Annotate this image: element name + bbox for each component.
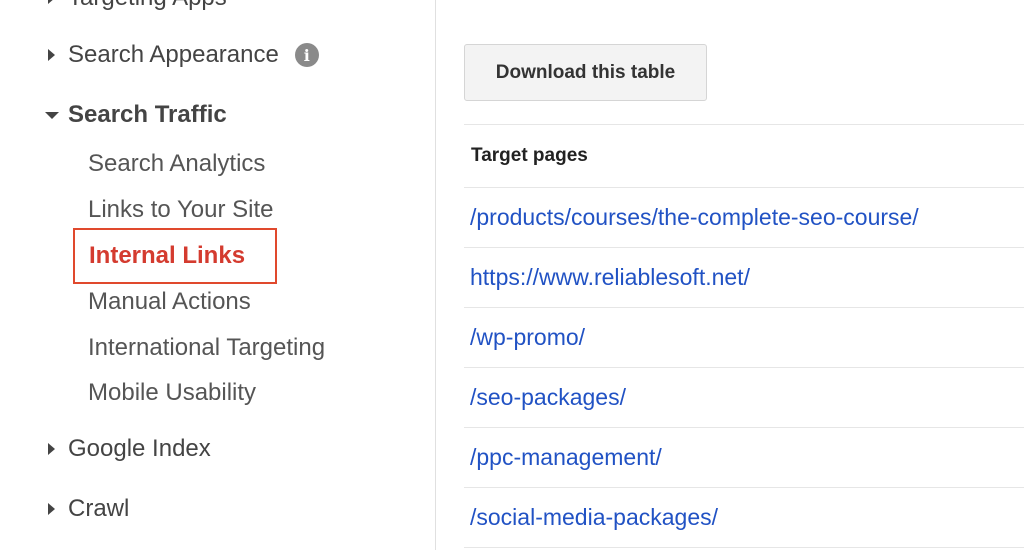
sidebar-item-search-analytics[interactable]: Search Analytics: [88, 147, 265, 181]
expand-arrow-icon: [44, 0, 64, 16]
target-page-link[interactable]: /social-media-packages/: [470, 504, 718, 531]
info-icon[interactable]: i: [294, 43, 319, 67]
sidebar-section-google-index[interactable]: Google Index: [0, 431, 211, 467]
sidebar-section-search-appearance[interactable]: Search Appearance i: [0, 37, 319, 73]
table-row: /seo-packages/: [464, 368, 1024, 428]
table-row: https://www.reliablesoft.net/: [464, 248, 1024, 308]
sidebar-item-manual-actions[interactable]: Manual Actions: [88, 285, 251, 319]
sidebar-item-partial[interactable]: Targeting Apps: [0, 0, 227, 16]
sidebar-section-label: Search Traffic: [68, 101, 227, 128]
sidebar-item-international-targeting[interactable]: International Targeting: [88, 331, 325, 365]
page: Targeting Apps Search Appearance i Searc…: [0, 0, 1024, 550]
table-row: /products/courses/the-complete-seo-cours…: [464, 188, 1024, 248]
table-header-target-pages: Target pages: [464, 124, 1024, 188]
sidebar-item-mobile-usability[interactable]: Mobile Usability: [88, 376, 256, 410]
expand-arrow-icon: [44, 491, 64, 527]
expand-arrow-icon: [44, 431, 64, 467]
target-page-link[interactable]: /wp-promo/: [470, 324, 585, 351]
target-pages-table: Target pages /products/courses/the-compl…: [464, 124, 1024, 548]
sidebar-section-crawl[interactable]: Crawl: [0, 491, 129, 527]
sidebar-section-label: Google Index: [68, 435, 211, 462]
sidebar-section-label: Search Appearance: [68, 41, 279, 68]
target-page-link[interactable]: /products/courses/the-complete-seo-cours…: [470, 204, 919, 231]
sidebar-section-search-traffic[interactable]: Search Traffic: [0, 97, 227, 133]
download-table-button[interactable]: Download this table: [464, 44, 707, 101]
table-row: /ppc-management/: [464, 428, 1024, 488]
target-page-link[interactable]: /seo-packages/: [470, 384, 626, 411]
table-row: /social-media-packages/: [464, 488, 1024, 548]
target-page-link[interactable]: /ppc-management/: [470, 444, 662, 471]
collapse-arrow-icon: [44, 97, 64, 133]
table-row: /wp-promo/: [464, 308, 1024, 368]
target-page-link[interactable]: https://www.reliablesoft.net/: [470, 264, 750, 291]
sidebar-section-label: Crawl: [68, 495, 130, 522]
sidebar-item-partial-label: Targeting Apps: [68, 0, 227, 12]
expand-arrow-icon: [44, 37, 64, 73]
sidebar: Targeting Apps Search Appearance i Searc…: [0, 0, 436, 550]
sidebar-item-links-to-your-site[interactable]: Links to Your Site: [88, 193, 273, 227]
main-content: Download this table Target pages /produc…: [437, 0, 1024, 550]
sidebar-item-internal-links[interactable]: Internal Links: [73, 228, 277, 284]
